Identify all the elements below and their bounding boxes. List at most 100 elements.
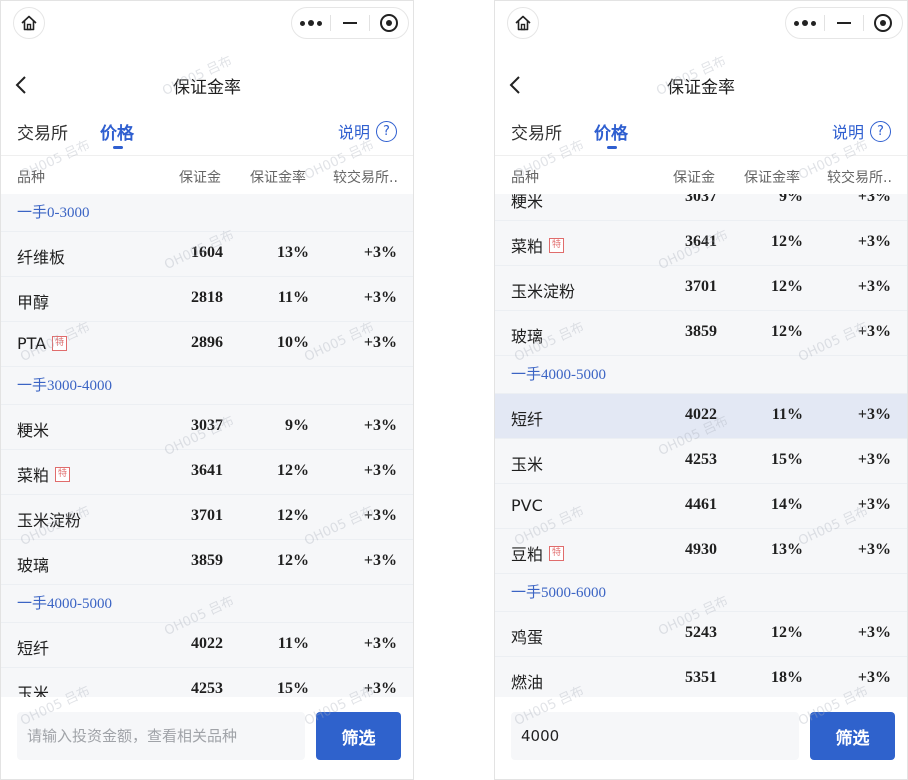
product-name: 纤维板 <box>17 248 66 267</box>
filter-footer: 筛选 <box>495 697 907 779</box>
product-name: 短纤 <box>511 410 544 429</box>
tab-bar: 交易所 价格 说明 ? <box>495 113 907 153</box>
column-header-margin: 保证金 <box>673 170 715 186</box>
product-name-cell: 玉米 <box>17 680 49 697</box>
exchange-diff-value: +3% <box>363 552 397 569</box>
product-name-cell: 粳米 <box>511 194 543 212</box>
product-row[interactable]: 甲醇 2818 11% +3% <box>1 277 413 322</box>
tab-price[interactable]: 价格 <box>594 119 628 144</box>
margin-rate-value: 11% <box>277 289 309 306</box>
product-name: 短纤 <box>17 639 50 658</box>
margin-rate-value: 18% <box>771 669 803 686</box>
product-row[interactable]: 粳米 3037 9% +3% <box>1 405 413 450</box>
exchange-diff-value: +3% <box>363 635 397 652</box>
product-row[interactable]: 燃油 5351 18% +3% <box>495 657 907 697</box>
product-row[interactable]: PTA 特 2896 10% +3% <box>1 322 413 367</box>
group-header: 一手3000-4000 <box>1 367 413 405</box>
target-close-icon <box>873 14 892 32</box>
product-row[interactable]: 玉米 4253 15% +3% <box>1 668 413 697</box>
product-row[interactable]: PVC 4461 14% +3% <box>495 484 907 529</box>
margin-rate-value: 14% <box>771 496 803 513</box>
product-name: 玉米淀粉 <box>17 511 82 530</box>
miniprogram-capsule <box>785 7 903 39</box>
special-tag: 特 <box>55 466 71 482</box>
product-row[interactable]: 短纤 4022 11% +3% <box>1 623 413 668</box>
margin-value: 2818 <box>191 289 223 306</box>
investment-amount-input[interactable] <box>17 712 305 760</box>
product-name-cell: 豆粕特 <box>511 541 565 565</box>
product-row[interactable]: 玉米淀粉 3701 12% +3% <box>495 266 907 311</box>
tab-exchange[interactable]: 交易所 <box>511 119 562 144</box>
column-header-name: 品种 <box>17 170 45 186</box>
product-list-viewport[interactable]: 一手0-3000 纤维板 1604 13% +3% 甲醇 2818 11% +3% PTA 特 289… <box>1 194 413 697</box>
product-name-cell: 玻璃 <box>511 323 543 347</box>
product-name: PTA <box>17 334 47 353</box>
product-name-cell: 玉米淀粉 <box>511 278 575 302</box>
minimize-button[interactable] <box>331 8 369 38</box>
exchange-diff-value: +3% <box>363 417 397 434</box>
product-row[interactable]: 鸡蛋 5243 12% +3% <box>495 612 907 657</box>
table-header: 品种 保证金 保证金率 较交易所... <box>495 155 907 194</box>
investment-amount-input[interactable] <box>511 712 799 760</box>
more-button[interactable] <box>786 8 824 38</box>
exchange-diff-value: +3% <box>857 278 891 295</box>
product-row[interactable]: 短纤 4022 11% +3% <box>495 394 907 439</box>
more-button[interactable] <box>292 8 330 38</box>
margin-value: 4253 <box>685 451 717 468</box>
margin-rate-value: 12% <box>277 462 309 479</box>
product-row[interactable]: 菜粕特 3641 12% +3% <box>495 221 907 266</box>
more-dots-icon <box>300 20 322 26</box>
product-list: 粳米 3037 9% +3% 菜粕特 3641 12% +3% 玉米淀粉 3701 12% +3% 玻璃… <box>495 194 907 697</box>
product-name: 粳米 <box>17 421 50 440</box>
margin-rate-value: 15% <box>771 451 803 468</box>
exchange-diff-value: +3% <box>363 680 397 697</box>
tab-exchange[interactable]: 交易所 <box>17 119 68 144</box>
margin-value: 3859 <box>685 323 717 340</box>
tab-price[interactable]: 价格 <box>100 119 134 144</box>
margin-value: 4022 <box>191 635 223 652</box>
home-button[interactable] <box>13 7 45 39</box>
margin-value: 3037 <box>685 194 717 205</box>
margin-value: 4253 <box>191 680 223 697</box>
margin-value: 3859 <box>191 552 223 569</box>
product-row[interactable]: 豆粕特 4930 13% +3% <box>495 529 907 574</box>
product-list-viewport[interactable]: 粳米 3037 9% +3% 菜粕特 3641 12% +3% 玉米淀粉 3701 12% +3% 玻璃… <box>495 194 907 697</box>
product-name: 菜粕 <box>511 237 544 256</box>
product-row[interactable]: 粳米 3037 9% +3% <box>495 194 907 221</box>
product-row[interactable]: 菜粕特 3641 12% +3% <box>1 450 413 495</box>
product-name-cell: 短纤 <box>17 635 49 659</box>
product-row[interactable]: 玉米淀粉 3701 12% +3% <box>1 495 413 540</box>
close-miniprogram-button[interactable] <box>864 8 902 38</box>
question-circle-icon: ? <box>870 120 891 142</box>
product-name-cell: PTA 特 <box>17 334 68 353</box>
phone-screen-right: 保证金率 交易所 价格 说明 ? 品种 保证金 保证金率 较交易所... 粳米 3… <box>494 0 908 780</box>
more-dots-icon <box>794 20 816 26</box>
filter-button[interactable]: 筛选 <box>810 712 895 760</box>
minus-icon <box>836 22 851 24</box>
table-header: 品种 保证金 保证金率 较交易所... <box>1 155 413 194</box>
product-row[interactable]: 玻璃 3859 12% +3% <box>495 311 907 356</box>
page-title: 保证金率 <box>667 78 735 98</box>
column-header-diff: 较交易所... <box>827 170 893 186</box>
help-label: 说明 <box>337 123 370 142</box>
filter-button[interactable]: 筛选 <box>316 712 401 760</box>
product-row[interactable]: 纤维板 1604 13% +3% <box>1 232 413 277</box>
exchange-diff-value: +3% <box>363 462 397 479</box>
margin-rate-value: 12% <box>771 233 803 250</box>
help-button[interactable]: 说明 ? <box>338 119 397 143</box>
margin-rate-value: 12% <box>277 552 309 569</box>
product-row[interactable]: 玉米 4253 15% +3% <box>495 439 907 484</box>
help-label: 说明 <box>831 123 864 142</box>
margin-value: 3701 <box>191 507 223 524</box>
product-name-cell: 鸡蛋 <box>511 624 543 648</box>
margin-rate-value: 15% <box>277 680 309 697</box>
close-miniprogram-button[interactable] <box>370 8 408 38</box>
home-button[interactable] <box>507 7 539 39</box>
product-name-cell: 玻璃 <box>17 552 49 576</box>
help-button[interactable]: 说明 ? <box>832 119 891 143</box>
special-tag: 特 <box>549 237 565 253</box>
minimize-button[interactable] <box>825 8 863 38</box>
product-row[interactable]: 玻璃 3859 12% +3% <box>1 540 413 585</box>
exchange-diff-value: +3% <box>857 451 891 468</box>
column-header-rate: 保证金率 <box>250 170 306 186</box>
